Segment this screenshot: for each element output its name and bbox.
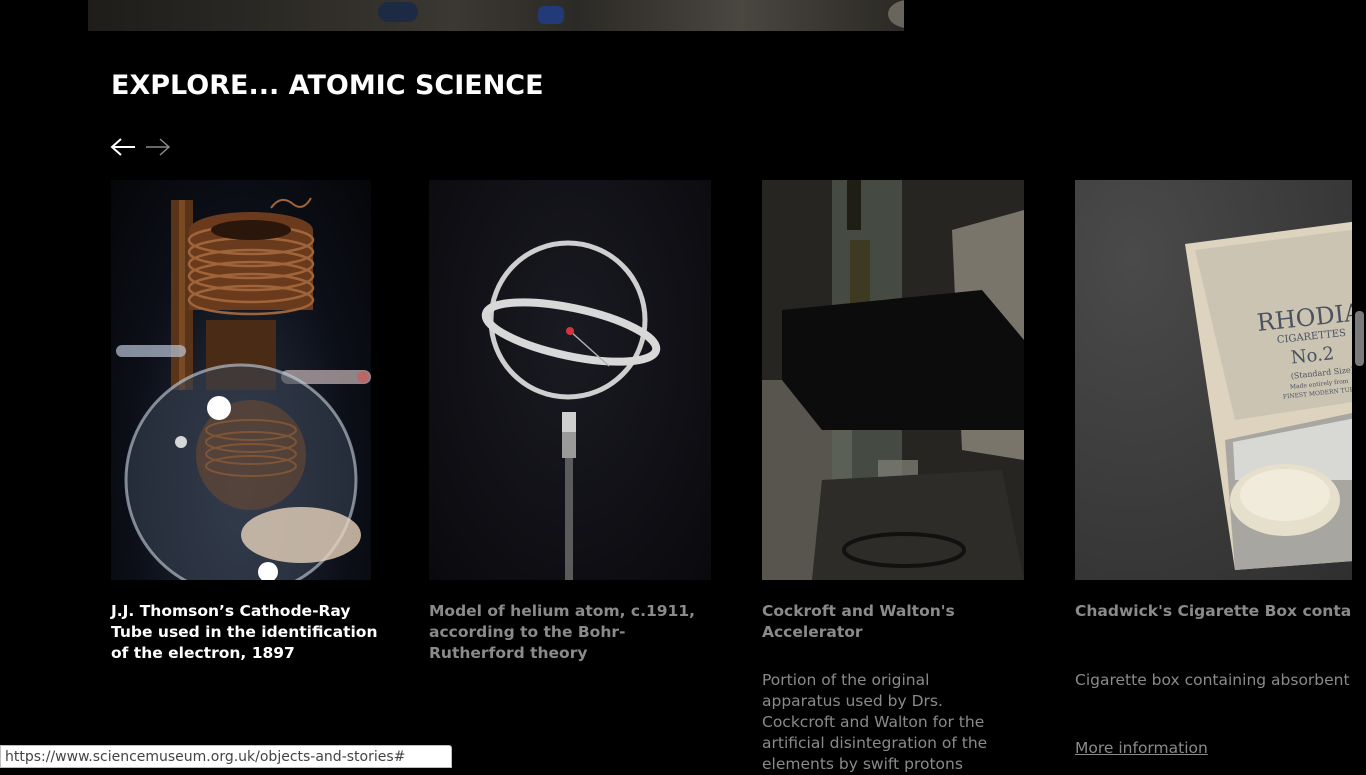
hero-image-detail xyxy=(378,2,418,22)
page-scrollbar[interactable] xyxy=(1352,0,1366,768)
card-title[interactable]: Model of helium atom, c.1911, according … xyxy=(429,601,719,664)
hero-image-detail xyxy=(538,6,564,24)
helium-atom-model-photo[interactable] xyxy=(429,180,711,580)
arrow-left-icon xyxy=(110,138,135,156)
card-title[interactable]: J.J. Thomson’s Cathode-Ray Tube used in … xyxy=(111,601,391,664)
card-title[interactable]: Cockroft and Walton's Accelerator xyxy=(762,601,1032,643)
cathode-ray-tube-photo[interactable] xyxy=(111,180,371,580)
card-title[interactable]: Chadwick's Cigarette Box containing Wax,… xyxy=(1075,601,1366,622)
hero-image-detail xyxy=(888,0,904,28)
status-bar-url: https://www.sciencemuseum.org.uk/objects… xyxy=(0,745,452,768)
carousel-prev-button[interactable] xyxy=(109,134,137,160)
card-description: Portion of the original apparatus used b… xyxy=(762,671,988,773)
arrow-right-icon xyxy=(146,138,171,156)
cigarette-box-photo[interactable]: RHODIA CIGARETTES No.2 (Standard Size) M… xyxy=(1075,180,1366,580)
card-description: Cigarette box containing absorbent wax, … xyxy=(1075,671,1366,689)
accelerator-photo[interactable] xyxy=(762,180,1024,580)
hero-image-bottom xyxy=(88,0,904,31)
more-information-link[interactable]: More information xyxy=(1075,739,1208,757)
carousel-next-button[interactable] xyxy=(144,134,172,160)
scrollbar-thumb[interactable] xyxy=(1355,311,1364,366)
section-title: EXPLORE... ATOMIC SCIENCE xyxy=(111,70,544,101)
